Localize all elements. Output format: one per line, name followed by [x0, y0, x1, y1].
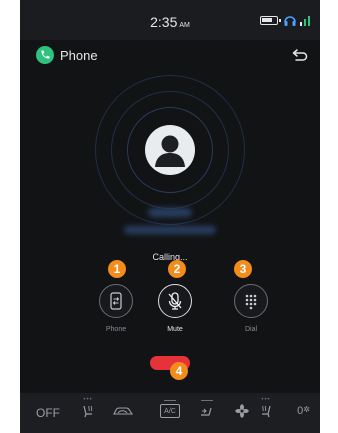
back-icon[interactable]	[292, 48, 308, 62]
status-bar: 2:35 AM	[20, 0, 320, 40]
climate-bar: OFF ••• A/C ••• 0✲	[20, 393, 320, 433]
mic-off-icon	[168, 292, 182, 310]
contact-name-redacted	[148, 208, 192, 217]
contact-number-redacted	[124, 226, 216, 234]
contact-avatar	[145, 125, 195, 175]
phone-button[interactable]	[99, 284, 133, 318]
signal-icon	[300, 16, 310, 26]
climate-off-button[interactable]: OFF	[36, 406, 60, 420]
phone-call-screen: 2:35 AM Phone Calling... Phone Mute Dial…	[20, 0, 320, 433]
call-status: Calling...	[152, 252, 188, 262]
badge-1: 1	[108, 260, 126, 278]
badge-4: 4	[170, 362, 188, 380]
airflow-indicator	[201, 400, 213, 401]
clock-ampm: AM	[179, 22, 190, 29]
app-title: Phone	[60, 48, 98, 63]
person-icon	[155, 135, 185, 167]
phone-button-label: Phone	[105, 326, 127, 333]
seat-heat-left-icon[interactable]	[80, 403, 96, 419]
seat-heat-right-icon[interactable]	[258, 403, 274, 419]
fan-speed-readout: 0✲	[297, 405, 310, 417]
phone-handset-icon	[41, 50, 50, 59]
phone-app-icon	[36, 46, 54, 64]
airflow-seat-icon[interactable]	[198, 403, 214, 419]
phone-switch-icon	[110, 292, 122, 310]
mute-button[interactable]	[158, 284, 192, 318]
ac-button[interactable]: A/C	[160, 404, 180, 418]
recirculation-icon[interactable]	[112, 403, 134, 419]
battery-icon	[260, 16, 281, 25]
clock-time: 2:35	[150, 14, 178, 30]
headset-icon	[284, 16, 296, 26]
dial-button[interactable]	[234, 284, 268, 318]
app-bar: Phone	[20, 40, 320, 70]
dialpad-icon	[245, 294, 257, 310]
fan-small-icon: ✲	[303, 405, 310, 414]
mute-button-label: Mute	[167, 326, 183, 333]
ac-indicator	[164, 400, 176, 401]
badge-2: 2	[168, 260, 186, 278]
fan-icon[interactable]	[234, 403, 250, 419]
badge-3: 3	[234, 260, 252, 278]
dial-button-label: Dial	[244, 326, 258, 333]
